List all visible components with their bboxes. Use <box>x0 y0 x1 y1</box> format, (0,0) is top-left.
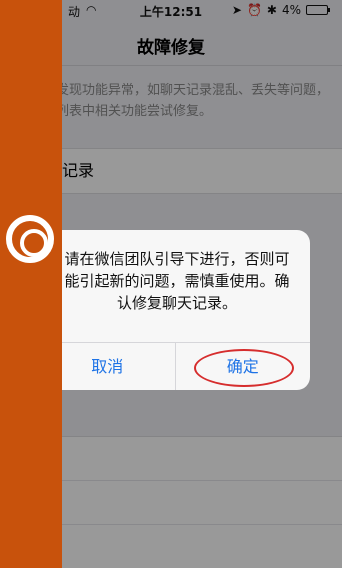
dialog-message: 请在微信团队引导下进行，否则可能引起新的问题，需慎重使用。确认修复聊天记录。 <box>64 250 290 312</box>
confirm-button[interactable]: 确定 <box>174 343 311 390</box>
watermark-strip <box>0 0 62 568</box>
watermark-logo-icon <box>6 215 54 263</box>
annotation-circle <box>193 349 294 387</box>
confirm-dialog: 请在微信团队引导下进行，否则可能引起新的问题，需慎重使用。确认修复聊天记录。 取… <box>40 230 310 390</box>
dialog-actions: 取消 确定 <box>40 342 310 390</box>
